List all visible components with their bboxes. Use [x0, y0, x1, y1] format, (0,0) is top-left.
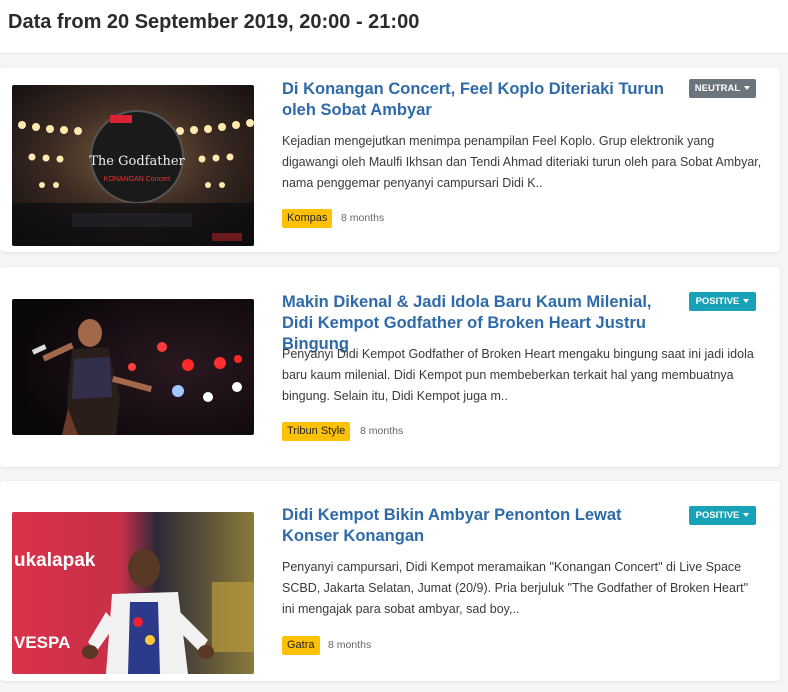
article-thumbnail[interactable]: ukalapak VESPA [12, 512, 254, 674]
caret-down-icon [743, 513, 750, 518]
sentiment-label: NEUTRAL [694, 83, 741, 94]
sentiment-label: POSITIVE [695, 296, 740, 307]
svg-text:KONANGAN Concert: KONANGAN Concert [104, 176, 171, 183]
svg-text:ukalapak: ukalapak [14, 550, 96, 571]
article-description: Kejadian mengejutkan menimpa penampilan … [282, 134, 762, 190]
article-title-link[interactable]: Didi Kempot Bikin Ambyar Penonton Lewat … [282, 505, 682, 547]
sentiment-dropdown[interactable]: POSITIVE [689, 506, 756, 525]
article-card: ukalapak VESPA Didi Kempot Bikin Ambyar … [0, 481, 780, 681]
article-title-link[interactable]: Di Konangan Concert, Feel Koplo Diteriak… [282, 79, 682, 121]
svg-text:VESPA: VESPA [14, 633, 70, 652]
sentiment-label: POSITIVE [695, 510, 740, 521]
article-description: Penyanyi campursari, Didi Kempot meramai… [282, 560, 749, 616]
page-title: Data from 20 September 2019, 20:00 - 21:… [8, 11, 420, 33]
page-header: Data from 20 September 2019, 20:00 - 21:… [0, 0, 788, 54]
svg-text:The Godfather: The Godfather [89, 154, 185, 169]
article-time: 8 months [360, 425, 404, 437]
article-thumbnail[interactable] [12, 299, 254, 435]
sentiment-dropdown[interactable]: POSITIVE [689, 292, 756, 311]
article-thumbnail[interactable]: The Godfather KONANGAN Concert [12, 85, 254, 246]
singer-onstage-image: ukalapak VESPA [12, 512, 254, 674]
article-description: Penyanyi Didi Kempot Godfather of Broken… [282, 347, 754, 403]
caret-down-icon [743, 299, 750, 304]
article-time: 8 months [328, 639, 372, 651]
source-tag[interactable]: Kompas [282, 209, 333, 228]
article-time: 8 months [341, 212, 385, 224]
article-card: Makin Dikenal & Jadi Idola Baru Kaum Mil… [0, 267, 780, 467]
singer-performing-image [12, 299, 254, 435]
concert-stage-image: The Godfather KONANGAN Concert [12, 85, 254, 246]
sentiment-dropdown[interactable]: NEUTRAL [689, 79, 756, 98]
source-tag[interactable]: Gatra [282, 636, 320, 655]
caret-down-icon [744, 86, 751, 91]
source-tag[interactable]: Tribun Style [282, 422, 351, 441]
article-card: The Godfather KONANGAN Concert Di Konang… [0, 68, 780, 252]
